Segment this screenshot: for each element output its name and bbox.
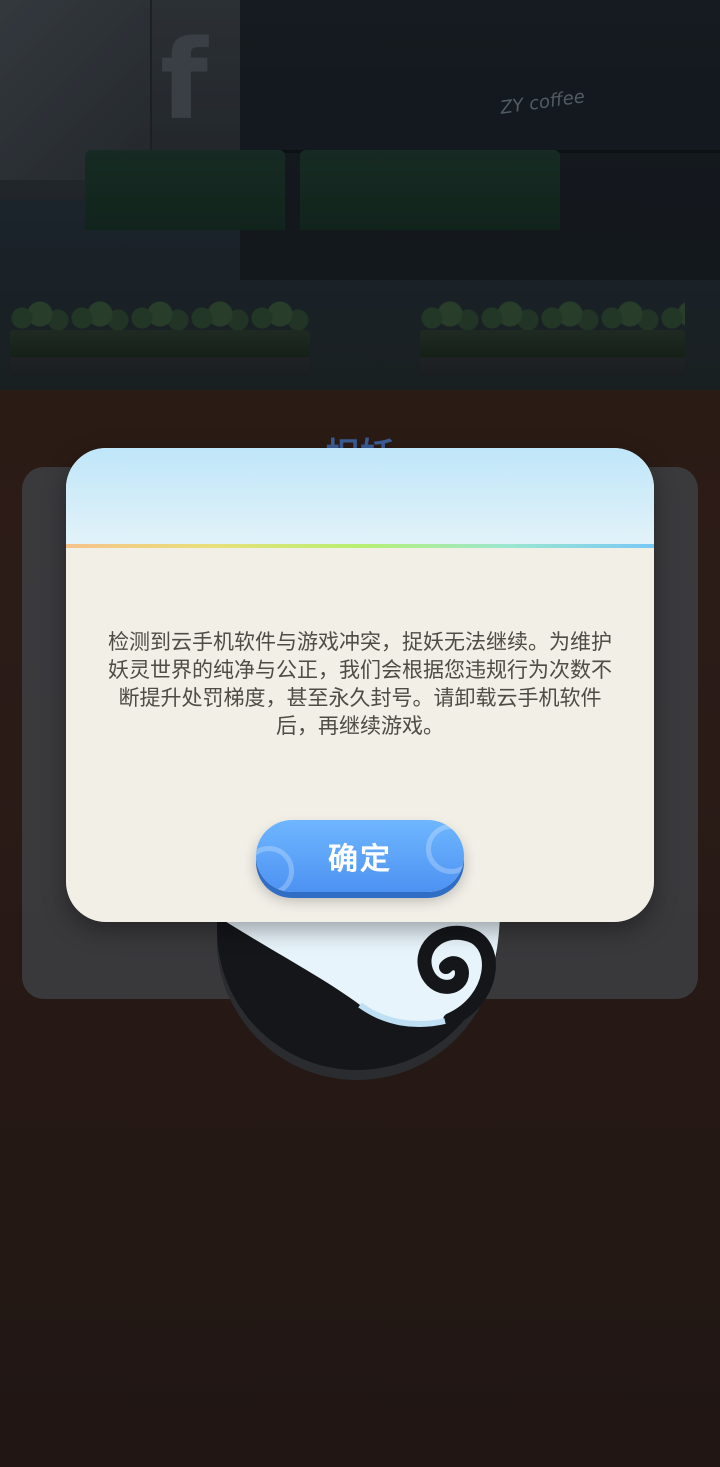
confirm-button[interactable]: 确定 bbox=[256, 820, 464, 892]
button-swirl-decoration bbox=[426, 824, 464, 874]
game-screen: f ZY coffee 捉妖 检测到云手机软件与游戏冲突，捉妖无法继续。为维护妖… bbox=[0, 0, 720, 1467]
dialog-divider bbox=[66, 544, 654, 548]
confirm-button-label: 确定 bbox=[328, 842, 392, 877]
dialog-tail-swirl bbox=[200, 905, 500, 1028]
button-swirl-decoration bbox=[256, 846, 294, 892]
dialog-message: 检测到云手机软件与游戏冲突，捉妖无法继续。为维护妖灵世界的纯净与公正，我们会根据… bbox=[108, 630, 612, 738]
dialog-header bbox=[66, 448, 654, 546]
